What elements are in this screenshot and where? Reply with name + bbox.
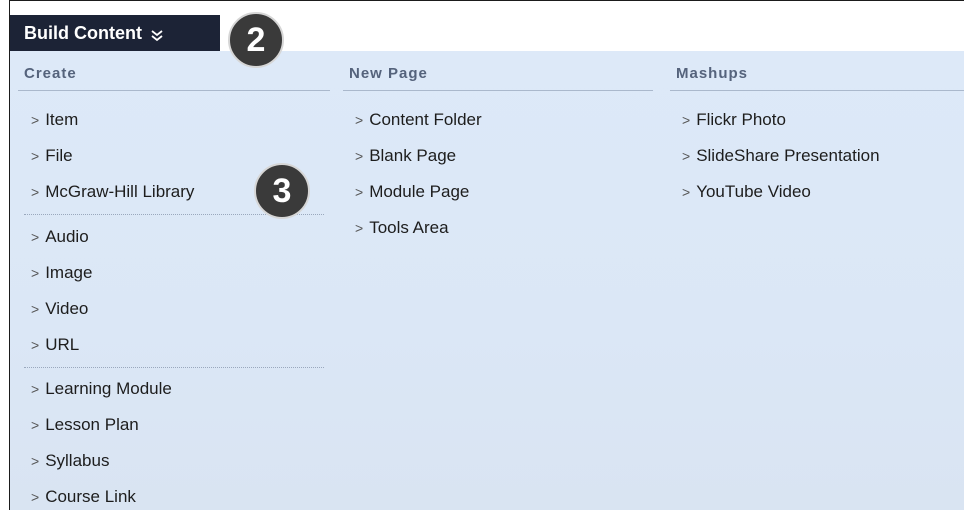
menu-item-learning-module[interactable]: > Learning Module bbox=[31, 379, 172, 399]
create-heading: Create bbox=[24, 65, 77, 82]
chevron-right-icon: > bbox=[31, 417, 40, 433]
menu-item-lesson-plan[interactable]: > Lesson Plan bbox=[31, 415, 139, 435]
new-page-heading-divider bbox=[343, 90, 653, 91]
menu-item-item[interactable]: > Item bbox=[31, 110, 78, 130]
chevron-right-icon: > bbox=[31, 301, 40, 317]
menu-item-module-page[interactable]: > Module Page bbox=[355, 182, 469, 202]
step-badge-3: 3 bbox=[254, 163, 310, 219]
chevron-right-icon: > bbox=[355, 220, 364, 236]
chevron-right-icon: > bbox=[31, 265, 40, 281]
create-heading-divider bbox=[18, 90, 330, 91]
chevron-right-icon: > bbox=[31, 453, 40, 469]
new-page-heading: New Page bbox=[349, 65, 428, 82]
chevron-right-icon: > bbox=[355, 184, 364, 200]
chevron-right-icon: > bbox=[31, 381, 40, 397]
chevron-right-icon: > bbox=[682, 112, 691, 128]
chevron-right-icon: > bbox=[31, 112, 40, 128]
menu-item-audio[interactable]: > Audio bbox=[31, 227, 89, 247]
mashups-heading-divider bbox=[670, 90, 964, 91]
chevron-right-icon: > bbox=[31, 489, 40, 505]
chevron-right-icon: > bbox=[31, 148, 40, 164]
chevron-right-icon: > bbox=[682, 184, 691, 200]
build-content-button[interactable]: Build Content bbox=[10, 15, 220, 51]
menu-item-course-link[interactable]: > Course Link bbox=[31, 487, 136, 507]
menu-item-mcgraw-hill-library[interactable]: > McGraw-Hill Library bbox=[31, 182, 194, 202]
chevron-right-icon: > bbox=[682, 148, 691, 164]
build-content-menu bbox=[10, 51, 964, 510]
mashups-heading: Mashups bbox=[676, 65, 749, 82]
build-content-label: Build Content bbox=[24, 22, 142, 43]
menu-item-content-folder[interactable]: > Content Folder bbox=[355, 110, 482, 130]
chevron-right-icon: > bbox=[31, 229, 40, 245]
step-badge-2: 2 bbox=[228, 12, 284, 68]
menu-item-flickr-photo[interactable]: > Flickr Photo bbox=[682, 110, 786, 130]
menu-item-video[interactable]: > Video bbox=[31, 299, 88, 319]
menu-item-image[interactable]: > Image bbox=[31, 263, 92, 283]
menu-item-youtube-video[interactable]: > YouTube Video bbox=[682, 182, 811, 202]
menu-item-file[interactable]: > File bbox=[31, 146, 73, 166]
section-divider bbox=[24, 367, 324, 368]
chevron-right-icon: > bbox=[31, 337, 40, 353]
chevron-right-icon: > bbox=[31, 184, 40, 200]
double-chevron-down-icon bbox=[150, 27, 164, 42]
menu-item-slideshare-presentation[interactable]: > SlideShare Presentation bbox=[682, 146, 880, 166]
menu-item-url[interactable]: > URL bbox=[31, 335, 79, 355]
chevron-right-icon: > bbox=[355, 148, 364, 164]
menu-item-syllabus[interactable]: > Syllabus bbox=[31, 451, 109, 471]
menu-item-tools-area[interactable]: > Tools Area bbox=[355, 218, 449, 238]
chevron-right-icon: > bbox=[355, 112, 364, 128]
menu-item-blank-page[interactable]: > Blank Page bbox=[355, 146, 456, 166]
